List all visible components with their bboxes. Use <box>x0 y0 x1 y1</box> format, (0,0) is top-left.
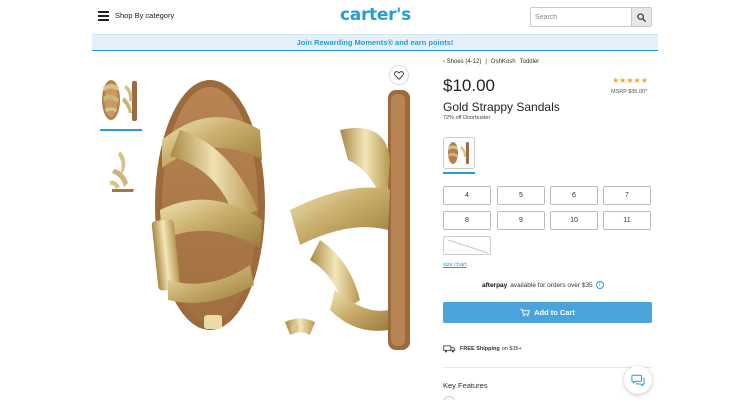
breadcrumb-separator: | <box>485 59 487 65</box>
add-to-cart-button[interactable]: Add to Cart <box>443 302 652 323</box>
color-swatch-gold[interactable] <box>443 137 475 169</box>
key-features-heading[interactable]: Key Features <box>443 381 488 390</box>
swatch-selected-indicator <box>443 172 475 174</box>
swatch-sandal-image <box>448 142 469 164</box>
msrp-price: MSRP $35.00* <box>611 89 648 95</box>
afterpay-text: available for orders over $35 <box>510 281 593 289</box>
search-input[interactable] <box>531 8 632 26</box>
size-option-4[interactable]: 4 <box>443 186 491 205</box>
search-box <box>530 7 652 27</box>
gold-strappy-sandals-image <box>151 80 410 350</box>
size-option-6[interactable]: 6 <box>550 186 598 205</box>
afterpay-logo: afterpay <box>482 281 508 289</box>
shop-by-category-button[interactable]: Shop By category <box>98 11 175 21</box>
rewards-banner-text: Join Rewarding Moments® and earn points! <box>296 38 454 47</box>
search-button[interactable] <box>631 8 651 26</box>
hamburger-icon <box>98 11 109 21</box>
main-product-image[interactable] <box>150 60 415 400</box>
free-shipping-label: FREE Shipping <box>460 346 500 352</box>
shipping-threshold: on $35+ <box>501 346 522 352</box>
size-option-7[interactable]: 7 <box>603 186 651 205</box>
rewards-banner[interactable]: Join Rewarding Moments® and earn points! <box>92 34 658 51</box>
product-thumbnail-2[interactable] <box>98 145 144 195</box>
truck-icon <box>443 345 456 353</box>
sandal-pair-thumbnail-image <box>102 80 137 121</box>
breadcrumb-item-toddler[interactable]: Toddler <box>520 59 540 65</box>
carters-logo[interactable]: carter's <box>340 5 411 25</box>
size-option-5[interactable]: 5 <box>497 186 545 205</box>
chat-button[interactable] <box>624 366 652 394</box>
size-option-8[interactable]: 8 <box>443 211 491 230</box>
breadcrumb-item-oshkosh[interactable]: OshKosh <box>491 59 516 65</box>
feature-icon <box>443 396 455 400</box>
cart-icon <box>520 308 530 317</box>
product-price: $10.00 <box>443 76 495 95</box>
shipping-info: FREE Shipping on $35+ <box>443 345 522 353</box>
sandal-side-thumbnail-image <box>110 151 134 192</box>
size-option-11[interactable]: 11 <box>603 211 651 230</box>
discount-label: 72% off Doorbuster <box>443 115 491 121</box>
size-option-9[interactable]: 9 <box>497 211 545 230</box>
heart-icon <box>394 70 404 80</box>
product-thumbnail-1[interactable] <box>98 75 144 131</box>
site-header: Shop By category carter's <box>0 0 750 34</box>
product-title: Gold Strappy Sandals <box>443 100 560 114</box>
section-divider <box>443 367 652 368</box>
thumbnail-selected-indicator <box>100 129 142 131</box>
chat-icon <box>631 374 645 386</box>
rating-stars[interactable]: ★★★★★ <box>612 76 648 85</box>
size-option-10[interactable]: 10 <box>550 211 598 230</box>
breadcrumb: ‹ Shoes (4-12) | OshKosh Toddler <box>443 59 539 65</box>
add-to-cart-label: Add to Cart <box>534 308 575 317</box>
size-chart-link[interactable]: size chart <box>443 262 467 268</box>
unavailable-strike-icon <box>447 239 489 254</box>
info-icon[interactable]: i <box>595 281 604 289</box>
breadcrumb-item-shoes[interactable]: ‹ Shoes (4-12) <box>443 59 481 65</box>
afterpay-info: afterpay available for orders over $35 i <box>482 281 604 289</box>
size-option-unavailable <box>443 236 491 255</box>
favorite-button[interactable] <box>389 65 409 85</box>
shop-by-category-label: Shop By category <box>115 11 175 20</box>
search-icon <box>637 12 646 22</box>
